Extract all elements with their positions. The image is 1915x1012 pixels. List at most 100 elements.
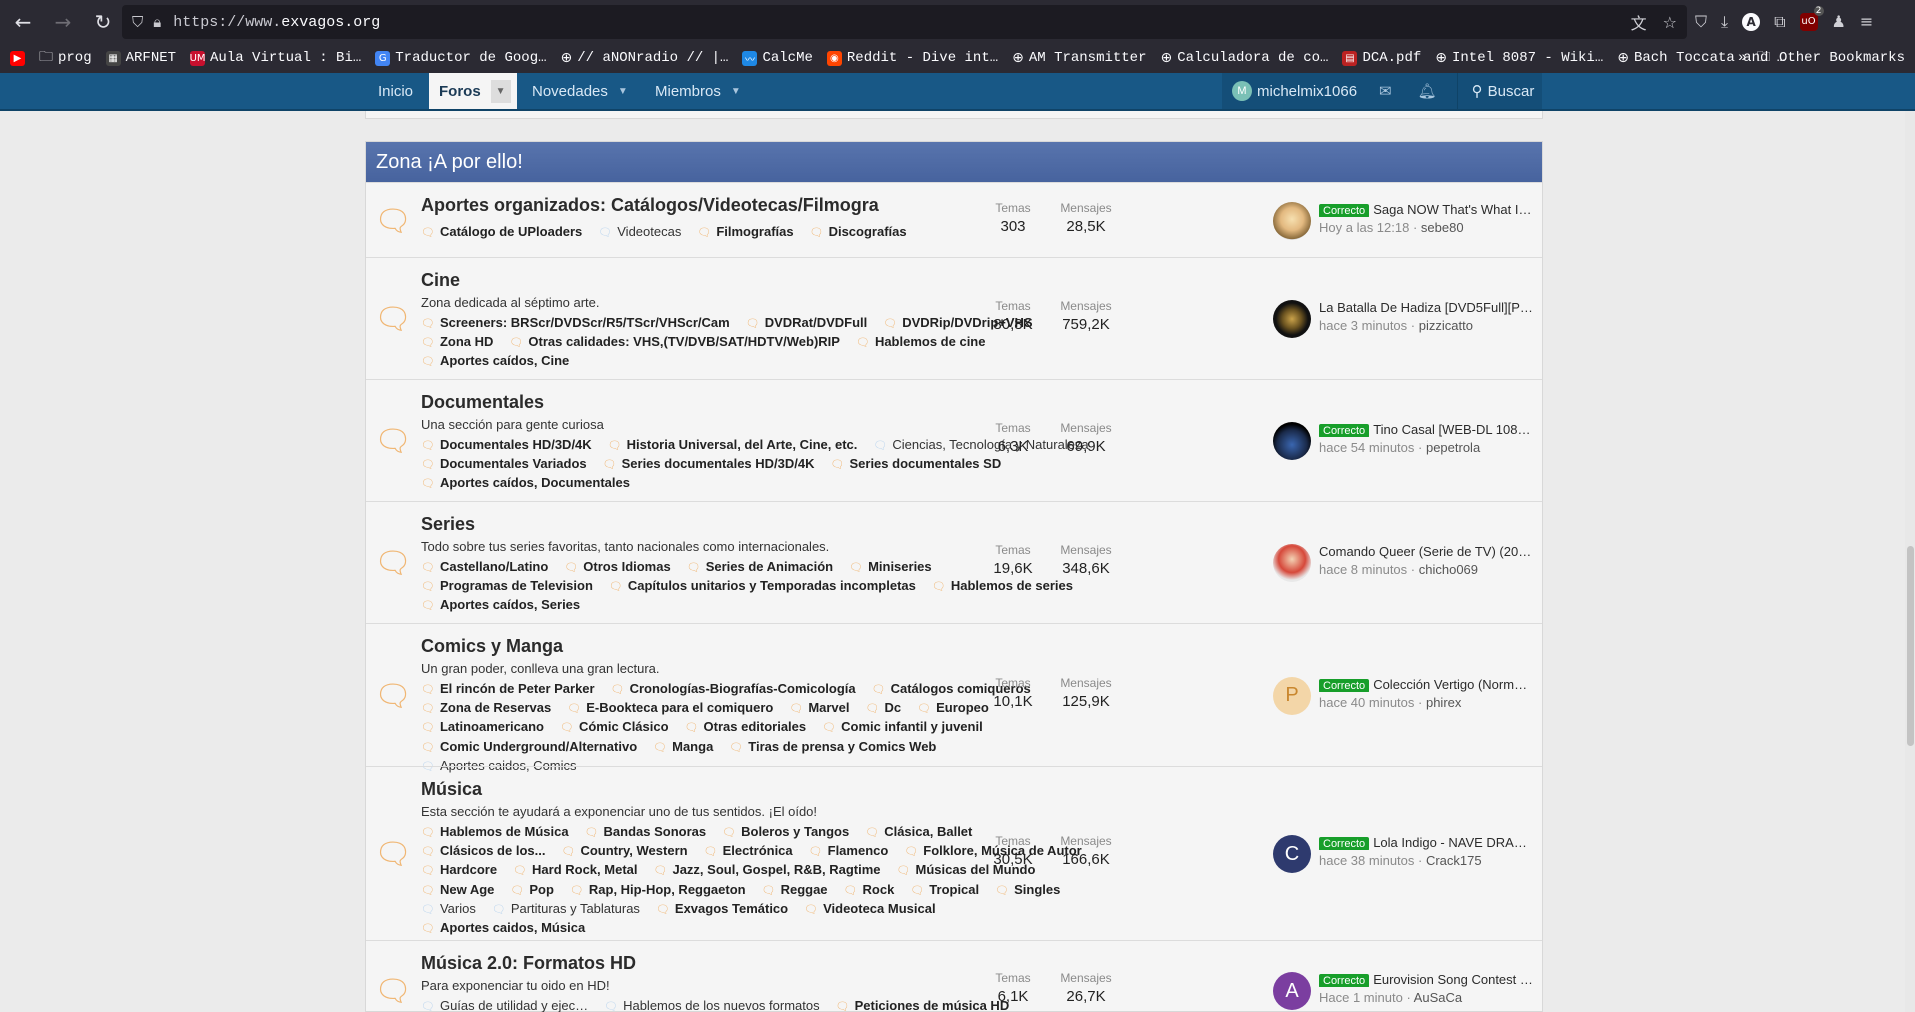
last-poster-avatar[interactable]: A [1273, 972, 1311, 1010]
thread-prefix-badge[interactable]: Correcto [1319, 974, 1370, 987]
bookmark-item[interactable]: ▦ ARFNET [105, 50, 176, 66]
subforum-link[interactable]: 🗨︎ Dc [866, 699, 902, 718]
last-poster-avatar[interactable] [1273, 544, 1311, 582]
back-icon[interactable]: ← [6, 5, 40, 39]
subforum-link[interactable]: 🗨︎ Manga [653, 738, 713, 757]
last-post-title[interactable]: Correcto Tino Casal [WEB-DL 108… [1319, 422, 1534, 437]
menu-icon[interactable]: ≡ [1860, 12, 1873, 31]
last-poster-avatar[interactable]: C [1273, 835, 1311, 873]
subforum-link[interactable]: 🗨︎ Videoteca Musical [804, 900, 935, 919]
last-post-time[interactable]: hace 3 minutos [1319, 318, 1407, 333]
search-button[interactable]: Buscar [1488, 83, 1535, 100]
bookmark-item[interactable]: ⊕ Intel 8087 - Wiki… [1435, 50, 1603, 66]
subforum-link[interactable]: 🗨︎ El rincón de Peter Parker [421, 680, 595, 699]
subforum-link[interactable]: 🗨︎ Hablemos de los nuevos formatos [604, 997, 820, 1012]
subforum-link[interactable]: 🗨︎ Otras calidades: VHS,(TV/DVB/SAT/HDTV/… [509, 333, 840, 352]
user-avatar[interactable]: M [1232, 81, 1252, 101]
subforum-link[interactable]: 🗨︎ Discografías [810, 223, 907, 242]
last-post-title[interactable]: Correcto Saga NOW That's What I… [1319, 202, 1534, 217]
last-post-time[interactable]: Hace 1 minuto [1319, 990, 1403, 1005]
last-post-user[interactable]: chicho069 [1419, 562, 1478, 577]
subforum-link[interactable]: 🗨︎ Aportes caídos, Series [421, 596, 580, 615]
last-post-user[interactable]: sebe80 [1421, 220, 1464, 235]
search-icon[interactable]: ⚲ [1472, 82, 1483, 100]
subforum-link[interactable]: 🗨︎ Hablemos de Música [421, 823, 569, 842]
last-poster-avatar[interactable]: P [1273, 676, 1311, 715]
subforum-link[interactable]: 🗨︎ Marvel [789, 699, 849, 718]
subforum-link[interactable]: 🗨︎ Otros Idiomas [564, 558, 670, 577]
subforum-link[interactable]: 🗨︎ Series documentales HD/3D/4K [603, 455, 815, 474]
subforum-link[interactable]: 🗨︎ Programas de Television [421, 577, 593, 596]
subforum-link[interactable]: 🗨︎ New Age [421, 881, 494, 900]
subforum-link[interactable]: 🗨︎ Series de Animación [687, 558, 833, 577]
forum-node-title[interactable]: Cine [421, 270, 460, 291]
subforum-link[interactable]: 🗨︎ Capítulos unitarios y Temporadas incom… [609, 577, 916, 596]
last-poster-avatar[interactable] [1273, 201, 1311, 240]
last-post-time[interactable]: hace 8 minutos [1319, 562, 1407, 577]
forum-node-title[interactable]: Series [421, 514, 475, 535]
scrollbar-thumb[interactable] [1907, 546, 1914, 746]
lock-icon[interactable]: 🔒︎ [153, 13, 161, 31]
extensions-icon[interactable]: ⧉ [1774, 12, 1785, 32]
subforum-link[interactable]: 🗨︎ Flamenco [809, 842, 889, 861]
subforum-link[interactable]: 🗨︎ Country, Western [561, 842, 687, 861]
forum-node-title[interactable]: Aportes organizados: Catálogos/Videoteca… [421, 195, 879, 216]
shield-icon[interactable]: ⛉ [132, 13, 143, 31]
ublock-icon[interactable]: uO 2 [1799, 5, 1824, 31]
subforum-link[interactable]: 🗨︎ Zona de Reservas [421, 699, 551, 718]
subforum-link[interactable]: 🗨︎ Varios [421, 900, 476, 919]
forward-icon[interactable]: → [46, 5, 80, 39]
last-post-user[interactable]: AuSaCa [1414, 990, 1462, 1005]
subforum-link[interactable]: 🗨︎ Comic infantil y juvenil [822, 718, 983, 737]
forum-node-title[interactable]: Comics y Manga [421, 636, 563, 657]
subforum-link[interactable]: 🗨︎ Hardcore [421, 861, 497, 880]
subforum-link[interactable]: 🗨︎ Hablemos de cine [856, 333, 986, 352]
bookmark-youtube[interactable]: ▶ [10, 50, 25, 66]
subforum-link[interactable]: 🗨︎ Documentales Variados [421, 455, 587, 474]
category-title[interactable]: Zona ¡A por ello! [366, 142, 1542, 182]
account-avatar-icon[interactable]: A [1742, 12, 1761, 31]
subforum-link[interactable]: 🗨︎ Documentales HD/3D/4K [421, 436, 592, 455]
subforum-link[interactable]: 🗨︎ Series documentales SD [831, 455, 1002, 474]
forum-node-title[interactable]: Documentales [421, 392, 544, 413]
chevron-down-icon[interactable]: ▼ [731, 86, 741, 97]
thread-prefix-badge[interactable]: Correcto [1319, 203, 1370, 217]
nav-members[interactable]: Miembros ▼ [655, 73, 741, 109]
thread-prefix-badge[interactable]: Correcto [1319, 837, 1370, 850]
subforum-link[interactable]: 🗨︎ Cronologías-Biografías-Comicología [611, 680, 856, 699]
subforum-link[interactable]: 🗨︎ Tropical [910, 881, 979, 900]
subforum-link[interactable]: 🗨︎ Rap, Hip-Hop, Reggaeton [570, 881, 746, 900]
last-poster-avatar[interactable] [1273, 300, 1311, 338]
last-post-title[interactable]: Correcto Lola Indigo - NAVE DRA… [1319, 835, 1534, 850]
chevron-down-icon[interactable]: ▼ [618, 86, 628, 97]
last-post-time[interactable]: hace 54 minutos [1319, 440, 1414, 455]
last-post-time[interactable]: Hoy a las 12:18 [1319, 220, 1409, 235]
subforum-link[interactable]: 🗨︎ Pop [510, 881, 554, 900]
bookmark-item[interactable]: 〰 CalcMe [742, 50, 813, 66]
extension-ghost-icon[interactable]: ♟ [1832, 12, 1846, 31]
subforum-link[interactable]: 🗨︎ Partituras y Tablaturas [492, 900, 640, 919]
bookmark-item[interactable]: UM Aula Virtual : Bi… [190, 50, 362, 66]
subforum-link[interactable]: 🗨︎ Castellano/Latino [421, 558, 548, 577]
url-bar[interactable]: ⛉ 🔒︎ https://www.exvagos.org ⽂ ☆ [122, 5, 1687, 39]
inbox-icon[interactable]: ✉ [1379, 82, 1392, 100]
bookmark-item[interactable]: ⊕// aNONradio // |… [561, 50, 729, 66]
subforum-link[interactable]: 🗨︎ Latinoamericano [421, 718, 544, 737]
subforum-link[interactable]: 🗨︎ Miniseries [849, 558, 932, 577]
subforum-link[interactable]: 🗨︎ Filmografías [697, 223, 793, 242]
subforum-link[interactable]: 🗨︎ Reggae [762, 881, 828, 900]
nav-home[interactable]: Inicio [378, 73, 413, 109]
subforum-link[interactable]: 🗨︎ Comic Underground/Alternativo [421, 738, 637, 757]
bookmark-item[interactable]: G Traductor de Goog… [375, 50, 547, 66]
chevron-down-icon[interactable]: ▼ [490, 79, 511, 103]
subforum-link[interactable]: 🗨︎ Singles [995, 881, 1060, 900]
subforum-link[interactable]: 🗨︎ Zona HD [421, 333, 493, 352]
username[interactable]: michelmix1066 [1257, 83, 1357, 100]
last-post-user[interactable]: pizzicatto [1419, 318, 1473, 333]
subforum-link[interactable]: 🗨︎ Rock [844, 881, 895, 900]
subforum-link[interactable]: 🗨︎ Clásica, Ballet [865, 823, 972, 842]
subforum-link[interactable]: 🗨︎ Catálogo de UPloaders [421, 223, 582, 242]
subforum-link[interactable]: 🗨︎ Aportes caídos, Cine [421, 352, 569, 371]
bookmark-item[interactable]: 🗀 prog [39, 46, 92, 70]
bell-icon[interactable]: 🔔︎ [1418, 82, 1437, 100]
